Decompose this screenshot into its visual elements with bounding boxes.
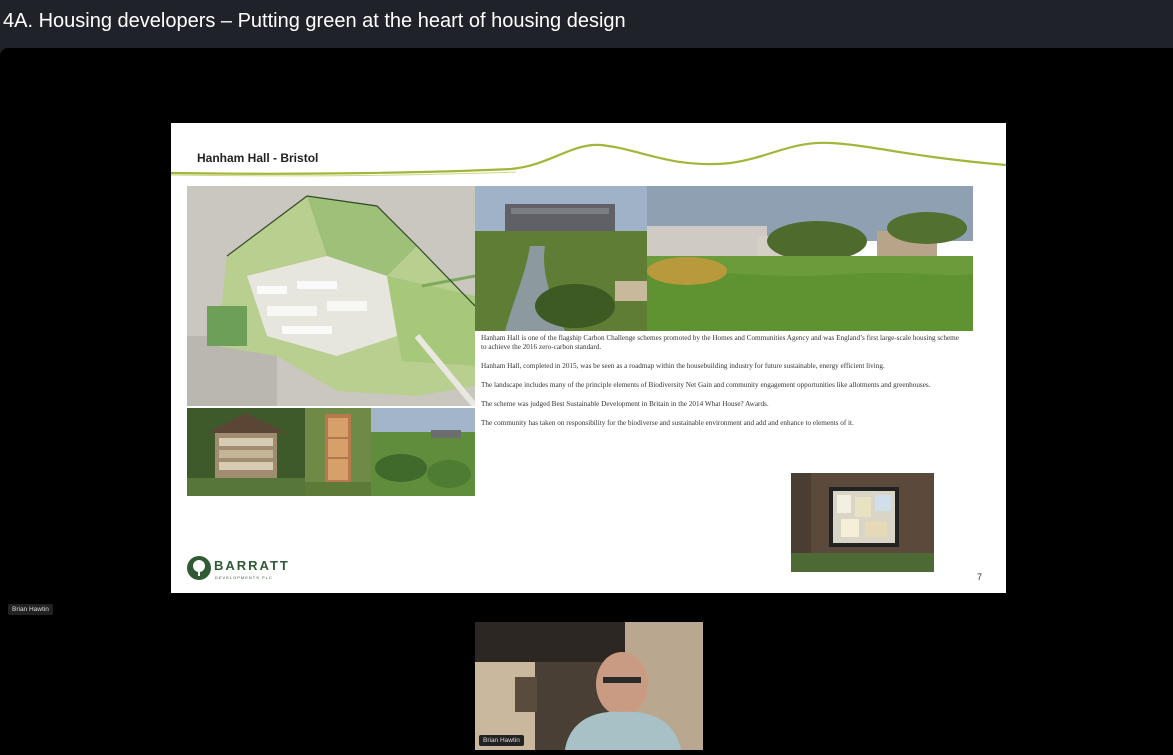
meeting-title: 4A. Housing developers – Putting green a… <box>3 10 626 32</box>
bug-hotel-photo <box>187 408 305 496</box>
slide-paragraph: The landscape includes many of the princ… <box>481 381 931 389</box>
allotments-photo <box>371 408 475 496</box>
slide-paragraph: Hanham Hall, completed in 2015, was be s… <box>481 362 885 370</box>
pond-photo <box>475 186 647 331</box>
site-plan-image <box>187 186 475 406</box>
slide-paragraph: The scheme was judged Best Sustainable D… <box>481 400 769 408</box>
presenter-video-tile[interactable]: Brian Hawtin <box>475 622 703 750</box>
shared-slide: Hanham Hall - Bristol Hanham Hall is one… <box>171 123 1006 593</box>
slide-paragraph: The community has taken on responsibilit… <box>481 419 854 427</box>
slide-body-text: Hanham Hall is one of the flagship Carbo… <box>481 334 961 438</box>
insect-tower-photo <box>305 408 371 496</box>
housing-lawn-photo <box>647 186 973 331</box>
oak-tree-icon <box>187 556 211 580</box>
slide-page-number: 7 <box>977 572 983 582</box>
window-title-bar: 4A. Housing developers – Putting green a… <box>0 0 1173 46</box>
slide-heading: Hanham Hall - Bristol <box>197 151 319 165</box>
video-tile-name-tag: Brian Hawtin <box>479 735 524 746</box>
logo-subtitle: DEVELOPMENTS PLC <box>215 575 273 580</box>
presenter-name-tag: Brian Hawtin <box>8 604 53 615</box>
slide-paragraph: Hanham Hall is one of the flagship Carbo… <box>481 334 959 351</box>
logo-name: BARRATT <box>214 558 290 573</box>
presenter-video-feed <box>475 622 703 750</box>
noticeboard-photo <box>791 473 934 572</box>
barratt-logo: BARRATT DEVELOPMENTS PLC <box>187 556 317 584</box>
